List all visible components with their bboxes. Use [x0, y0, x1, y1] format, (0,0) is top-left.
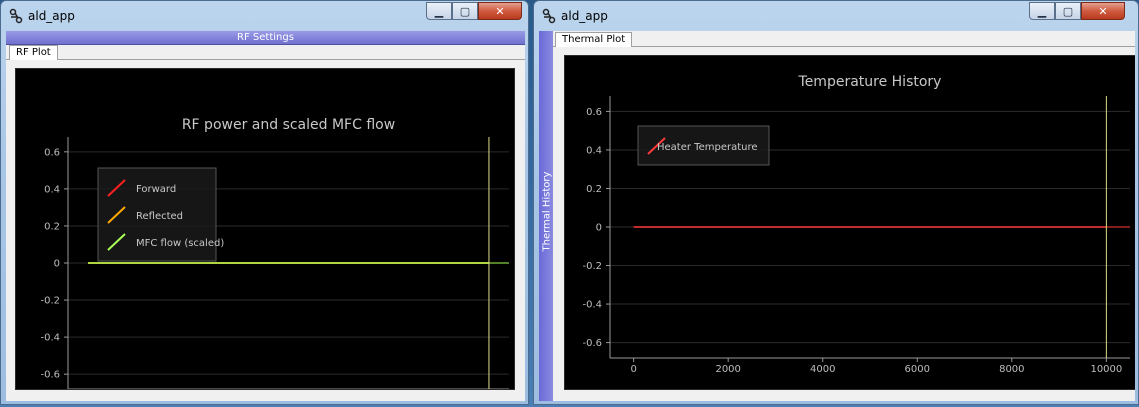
title-bar[interactable]: ald_app ▁ ▢ ✕ [534, 1, 1138, 31]
chart-title: RF power and scaled MFC flow [182, 117, 395, 133]
dock-side-thermal-history[interactable]: Thermal History [539, 31, 553, 401]
y-tick-label: -0.4 [582, 300, 602, 311]
thermal-plot[interactable]: Temperature History 0.6 0.4 0.2 0 -0.2 -0.4 -0.… [564, 55, 1135, 390]
tab-strip [553, 46, 1135, 47]
y-tick-label: -0.4 [40, 333, 60, 344]
window-client: Thermal History Thermal Plot Temperature… [539, 31, 1135, 401]
y-tick-label: 0.2 [44, 221, 60, 232]
legend-entry: Reflected [136, 211, 183, 222]
y-tick-label: -0.6 [582, 338, 602, 349]
tab-thermal-plot[interactable]: Thermal Plot [555, 32, 633, 47]
close-button[interactable]: ✕ [478, 2, 522, 20]
close-button[interactable]: ✕ [1081, 2, 1125, 20]
x-tick-label: 6000 [905, 364, 930, 375]
y-tick-label: 0.6 [44, 147, 60, 158]
side-label: Thermal History [541, 171, 553, 252]
tab-rf-plot[interactable]: RF Plot [9, 45, 58, 60]
rf-plot-canvas: RF power and scaled MFC flow 0.6 0.4 0.2 0 -0… [40, 117, 509, 389]
y-tick-label: 0 [54, 259, 60, 270]
legend-entry: Heater Temperature [657, 142, 758, 153]
maximize-button[interactable]: ▢ [452, 2, 478, 20]
y-tick-label: 0.4 [586, 145, 602, 156]
x-tick-label: 8000 [999, 364, 1024, 375]
x-tick-label: 10000 [1090, 364, 1122, 375]
app-icon [542, 8, 556, 24]
window-client: RF Settings RF Plot RF power and scaled … [6, 31, 525, 401]
x-tick-label: 2000 [715, 364, 740, 375]
thermal-plot-canvas: Temperature History 0.6 0.4 0.2 0 -0.2 -0.4 -0.… [582, 74, 1130, 375]
minimize-button[interactable]: ▁ [426, 2, 452, 20]
x-tick-label: 4000 [810, 364, 835, 375]
window-thermal[interactable]: ald_app ▁ ▢ ✕ Thermal History Thermal Pl… [533, 0, 1139, 405]
y-tick-label: 0.6 [586, 107, 602, 118]
app-icon [9, 8, 23, 24]
y-tick-label: -0.2 [40, 296, 60, 307]
window-rf[interactable]: ald_app ▁ ▢ ✕ RF Settings RF Plot RF pow… [0, 0, 529, 405]
legend-entry: MFC flow (scaled) [136, 238, 224, 249]
maximize-button[interactable]: ▢ [1055, 2, 1081, 20]
chart-title: Temperature History [798, 74, 942, 90]
window-title: ald_app [561, 9, 608, 23]
y-tick-label: -0.6 [40, 370, 60, 381]
dock-title-rf-settings[interactable]: RF Settings [6, 31, 525, 45]
tab-strip [6, 59, 525, 60]
y-tick-label: 0 [596, 223, 602, 234]
minimize-button[interactable]: ▁ [1029, 2, 1055, 20]
legend-entry: Forward [136, 184, 176, 195]
y-tick-label: 0.4 [44, 184, 60, 195]
x-tick-label: 0 [630, 364, 636, 375]
y-tick-label: -0.2 [582, 261, 602, 272]
title-bar[interactable]: ald_app ▁ ▢ ✕ [1, 1, 528, 31]
rf-plot[interactable]: RF power and scaled MFC flow 0.6 0.4 0.2 0 -0… [15, 68, 515, 390]
window-title: ald_app [28, 9, 75, 23]
y-tick-label: 0.2 [586, 184, 602, 195]
